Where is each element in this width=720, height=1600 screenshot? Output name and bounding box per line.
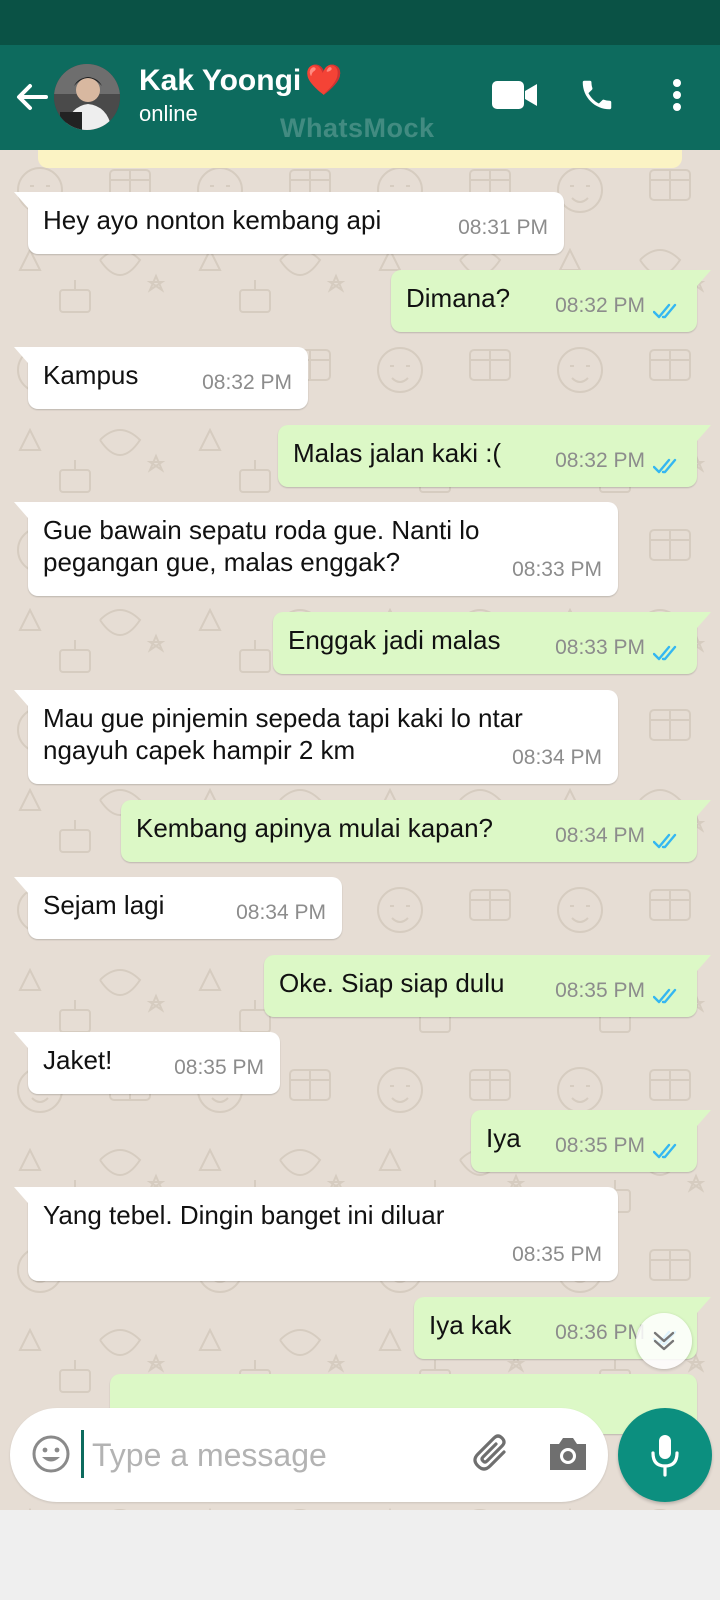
double-check-icon: [653, 645, 677, 661]
back-button[interactable]: [10, 75, 54, 119]
message-outgoing[interactable]: Kembang apinya mulai kapan? 08:34 PM: [121, 800, 711, 862]
chat-area[interactable]: Hey ayo nonton kembang api 08:31 PM Dima…: [0, 150, 720, 1510]
message-time: 08:35 PM: [555, 1134, 645, 1157]
navigation-bar-area: [0, 1510, 720, 1600]
message-text: Mau gue pinjemin sepeda tapi kaki lo nta…: [43, 703, 523, 765]
message-text: Kembang apinya mulai kapan?: [136, 813, 494, 843]
message-incoming[interactable]: Hey ayo nonton kembang api 08:31 PM: [14, 192, 564, 254]
phone-icon: [582, 80, 612, 110]
message-text: Iya: [486, 1123, 521, 1153]
heart-emoji: ❤️: [305, 64, 343, 97]
message-time: 08:36 PM: [555, 1321, 645, 1344]
contact-name[interactable]: Kak Yoongi ❤️: [139, 63, 343, 98]
message-outgoing[interactable]: Oke. Siap siap dulu 08:35 PM: [264, 955, 711, 1017]
message-time: 08:34 PM: [236, 901, 326, 924]
message-time: 08:35 PM: [555, 979, 645, 1002]
message-text: Malas jalan kaki :(: [293, 438, 502, 468]
video-camera-icon: [492, 81, 537, 109]
double-check-icon: [653, 833, 677, 849]
double-check-icon: [653, 303, 677, 319]
message-text: Oke. Siap siap dulu: [279, 968, 505, 998]
message-text: Hey ayo nonton kembang api: [43, 205, 382, 235]
message-outgoing[interactable]: Iya 08:35 PM: [471, 1110, 711, 1172]
voice-call-button[interactable]: [574, 73, 620, 117]
video-call-button[interactable]: [490, 73, 540, 117]
message-text: Yang tebel. Dingin banget ini diluar: [43, 1200, 445, 1230]
message-time: 08:34 PM: [512, 746, 602, 769]
message-text: Dimana?: [406, 283, 511, 313]
paperclip-icon[interactable]: [470, 1432, 516, 1478]
double-check-icon: [653, 458, 677, 474]
message-time: 08:35 PM: [512, 1243, 602, 1266]
chat-header: Kak Yoongi ❤️ online WhatsMock: [0, 45, 720, 150]
vertical-dots-icon: [673, 79, 681, 111]
message-outgoing[interactable]: Enggak jadi malas 08:33 PM: [273, 612, 711, 674]
message-time: 08:32 PM: [202, 371, 292, 394]
message-text: Sejam lagi: [43, 890, 165, 920]
message-time: 08:33 PM: [555, 636, 645, 659]
message-time: 08:35 PM: [174, 1056, 264, 1079]
message-composer: [10, 1408, 608, 1502]
voice-record-button[interactable]: [618, 1408, 712, 1502]
message-text: Jaket!: [43, 1045, 113, 1075]
message-outgoing[interactable]: Malas jalan kaki :( 08:32 PM: [278, 425, 711, 487]
message-time: 08:34 PM: [555, 824, 645, 847]
message-incoming[interactable]: Jaket! 08:35 PM: [14, 1032, 280, 1094]
double-check-icon: [653, 1143, 677, 1159]
message-input[interactable]: [90, 1428, 454, 1482]
contact-name-text: Kak Yoongi: [139, 64, 302, 97]
message-time: 08:33 PM: [512, 558, 602, 581]
message-incoming[interactable]: Yang tebel. Dingin banget ini diluar 08:…: [14, 1187, 618, 1281]
message-time: 08:32 PM: [555, 294, 645, 317]
camera-icon[interactable]: [546, 1434, 590, 1474]
avatar-photo: [54, 64, 120, 130]
message-incoming[interactable]: Kampus 08:32 PM: [14, 347, 308, 409]
microphone-icon: [651, 1435, 679, 1477]
double-chevron-down-icon: [653, 1331, 675, 1351]
message-time: 08:32 PM: [555, 449, 645, 472]
message-incoming[interactable]: Mau gue pinjemin sepeda tapi kaki lo nta…: [14, 690, 618, 784]
contact-status: online: [139, 101, 198, 126]
avatar[interactable]: [54, 64, 120, 130]
scroll-to-bottom-button[interactable]: [636, 1313, 692, 1369]
message-text: Kampus: [43, 360, 139, 390]
message-outgoing[interactable]: Dimana? 08:32 PM: [391, 270, 711, 332]
status-bar: [0, 0, 720, 45]
message-text: Iya kak: [429, 1310, 512, 1340]
double-check-icon: [653, 988, 677, 1004]
arrow-left-icon: [17, 84, 48, 110]
message-incoming[interactable]: Gue bawain sepatu roda gue. Nanti lo peg…: [14, 502, 618, 596]
message-text: Gue bawain sepatu roda gue. Nanti lo peg…: [43, 515, 480, 577]
system-notice: [38, 150, 682, 168]
watermark: WhatsMock: [280, 113, 435, 143]
smiley-icon[interactable]: [30, 1433, 72, 1475]
text-caret: [81, 1430, 84, 1478]
message-text: Enggak jadi malas: [288, 625, 501, 655]
message-time: 08:31 PM: [458, 216, 548, 239]
message-incoming[interactable]: Sejam lagi 08:34 PM: [14, 877, 342, 939]
more-options-button[interactable]: [662, 73, 692, 117]
